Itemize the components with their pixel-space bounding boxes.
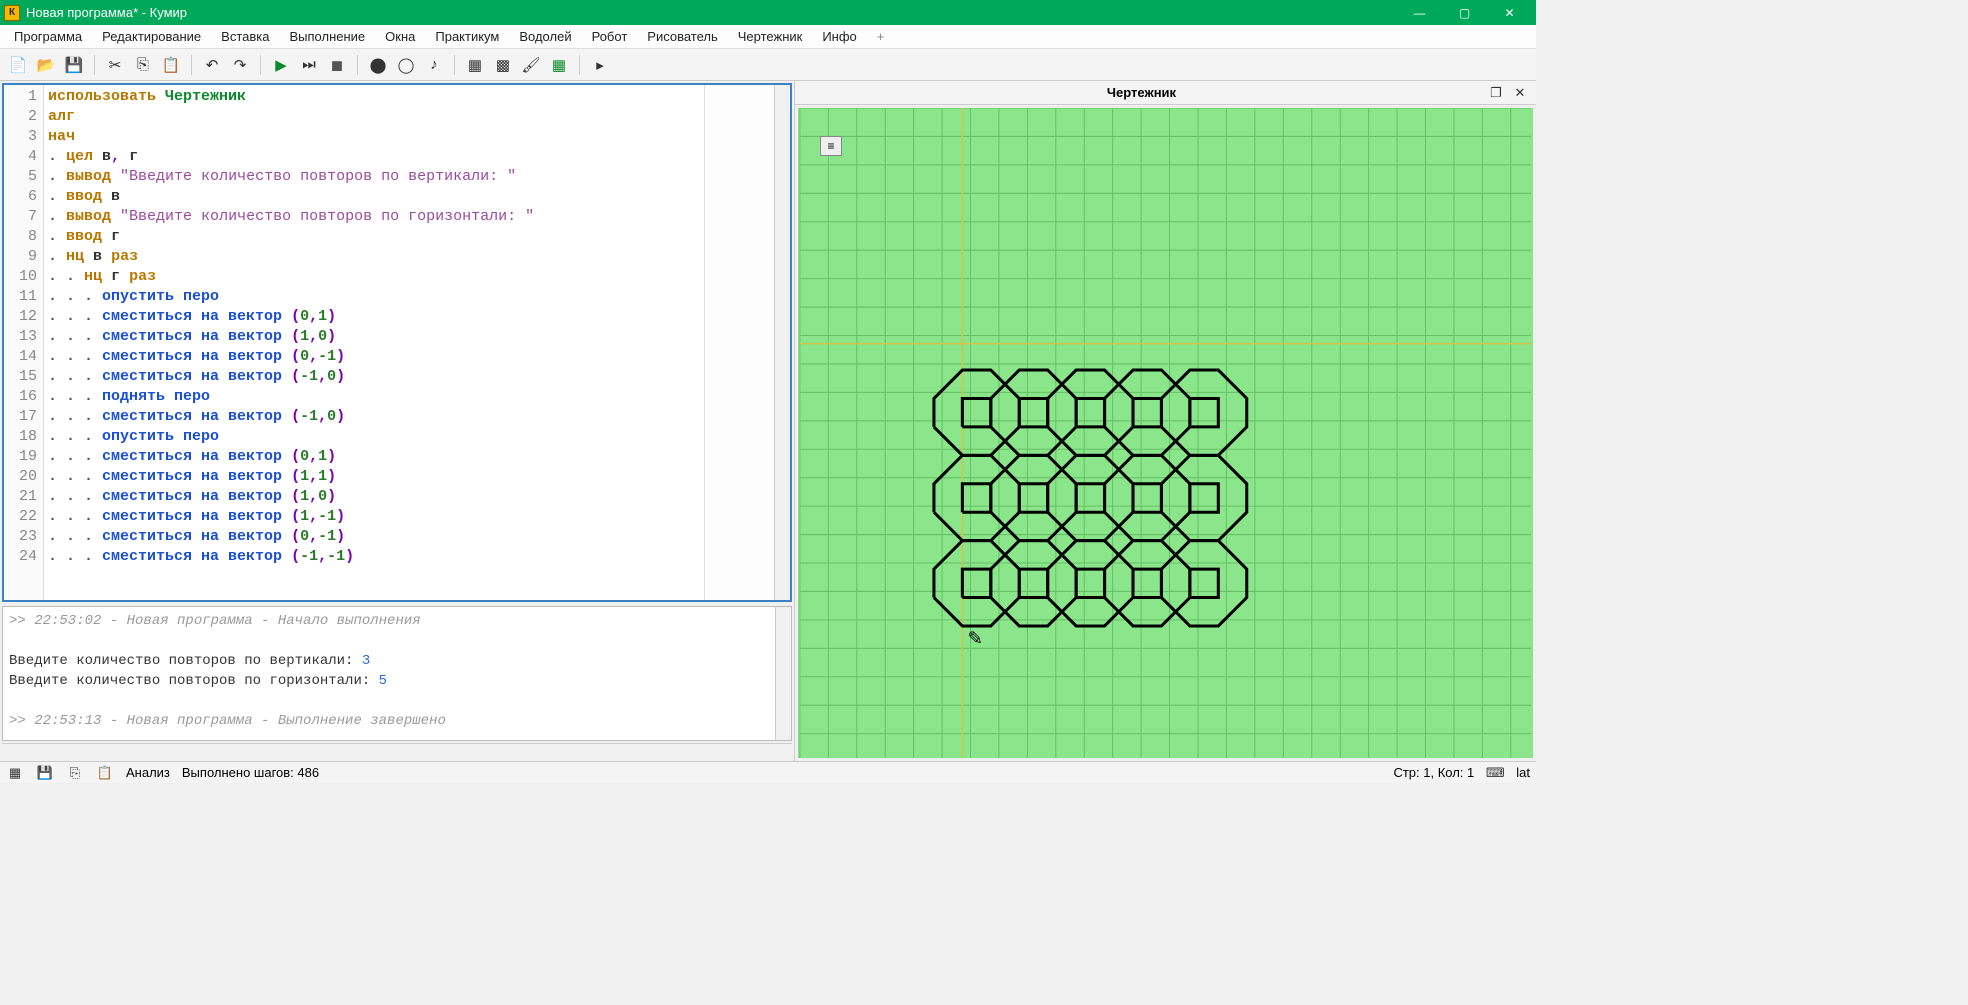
brush-icon[interactable]: 🖌: [519, 53, 543, 77]
run-icon[interactable]: ▶: [269, 53, 293, 77]
copy-icon[interactable]: ⎘: [131, 53, 155, 77]
window-title: Новая программа* - Кумир: [26, 5, 1397, 20]
console-panel: >> 22:53:02 - Новая программа - Начало в…: [2, 606, 792, 741]
status-cursor-pos: Стр: 1, Кол: 1: [1393, 765, 1474, 780]
console-vertical-scrollbar[interactable]: [775, 607, 791, 740]
drawer-restore-icon[interactable]: ❐: [1486, 84, 1506, 102]
menu-программа[interactable]: Программа: [4, 25, 92, 48]
status-paste-icon[interactable]: 📋: [96, 765, 114, 781]
dot2-icon[interactable]: ◯: [394, 53, 418, 77]
grid-num-icon[interactable]: ▦: [463, 53, 487, 77]
status-icon-1[interactable]: ▦: [6, 765, 24, 781]
menu-вставка[interactable]: Вставка: [211, 25, 279, 48]
status-keyboard-icon[interactable]: ⌨: [1486, 765, 1504, 781]
grid-dark-icon[interactable]: ▩: [491, 53, 515, 77]
open-icon[interactable]: 📂: [34, 53, 58, 77]
status-save-icon[interactable]: 💾: [36, 765, 54, 781]
status-copy-icon[interactable]: ⎘: [66, 765, 84, 781]
cut-icon[interactable]: ✂: [103, 53, 127, 77]
undo-icon[interactable]: ↶: [200, 53, 224, 77]
dot3-icon[interactable]: ♪: [422, 53, 446, 77]
drawer-title: Чертежник: [801, 85, 1482, 100]
console-output[interactable]: >> 22:53:02 - Новая программа - Начало в…: [3, 607, 775, 740]
menu-редактирование[interactable]: Редактирование: [92, 25, 211, 48]
line-gutter: 123456789101112131415161718192021222324: [4, 85, 44, 600]
dot1-icon[interactable]: ⬤: [366, 53, 390, 77]
minimize-button[interactable]: —: [1397, 0, 1442, 25]
menu-add[interactable]: +: [867, 25, 895, 48]
workspace: 123456789101112131415161718192021222324 …: [0, 81, 1536, 761]
close-button[interactable]: ✕: [1487, 0, 1532, 25]
new-icon[interactable]: 📄: [6, 53, 30, 77]
canvas-svg: ✎: [798, 108, 1533, 758]
stop-icon[interactable]: ◼: [325, 53, 349, 77]
toolbar: 📄📂💾✂⎘📋↶↷▶⏭◼⬤◯♪▦▩🖌▦▸: [0, 49, 1536, 81]
canvas-menu-icon[interactable]: ≡: [820, 136, 842, 156]
editor-vertical-scrollbar[interactable]: [774, 85, 790, 600]
status-analysis[interactable]: Анализ: [126, 765, 170, 780]
console-horizontal-scrollbar[interactable]: [2, 743, 792, 759]
editor-column: 123456789101112131415161718192021222324 …: [0, 81, 795, 761]
code-editor[interactable]: 123456789101112131415161718192021222324 …: [2, 83, 792, 602]
menu-робот[interactable]: Робот: [582, 25, 638, 48]
drawing-canvas[interactable]: ≡ ✎: [798, 108, 1533, 758]
redo-icon[interactable]: ↷: [228, 53, 252, 77]
menu-bar: ПрограммаРедактированиеВставкаВыполнение…: [0, 25, 1536, 49]
drawer-header: Чертежник ❐ ✕: [795, 81, 1536, 105]
title-bar: К Новая программа* - Кумир — ▢ ✕: [0, 0, 1536, 25]
editor-margin: [704, 85, 774, 600]
drawer-column: Чертежник ❐ ✕ ≡ ✎: [795, 81, 1536, 761]
menu-выполнение[interactable]: Выполнение: [279, 25, 375, 48]
menu-рисователь[interactable]: Рисователь: [637, 25, 727, 48]
code-area[interactable]: использовать Чертежникалгнач. цел в, г. …: [44, 85, 704, 600]
status-bar: ▦ 💾 ⎘ 📋 Анализ Выполнено шагов: 486 Стр:…: [0, 761, 1536, 783]
status-steps: Выполнено шагов: 486: [182, 765, 319, 780]
drawer-close-icon[interactable]: ✕: [1510, 84, 1530, 102]
menu-водолей[interactable]: Водолей: [509, 25, 581, 48]
arrow-icon[interactable]: ▸: [588, 53, 612, 77]
maximize-button[interactable]: ▢: [1442, 0, 1487, 25]
status-lang[interactable]: lat: [1516, 765, 1530, 780]
menu-окна[interactable]: Окна: [375, 25, 425, 48]
menu-практикум[interactable]: Практикум: [425, 25, 509, 48]
grid-green-icon[interactable]: ▦: [547, 53, 571, 77]
step-icon[interactable]: ⏭: [297, 53, 321, 77]
svg-text:✎: ✎: [967, 627, 982, 648]
paste-icon[interactable]: 📋: [159, 53, 183, 77]
save-icon[interactable]: 💾: [62, 53, 86, 77]
menu-чертежник[interactable]: Чертежник: [728, 25, 813, 48]
app-icon: К: [4, 5, 20, 21]
menu-инфо[interactable]: Инфо: [812, 25, 866, 48]
